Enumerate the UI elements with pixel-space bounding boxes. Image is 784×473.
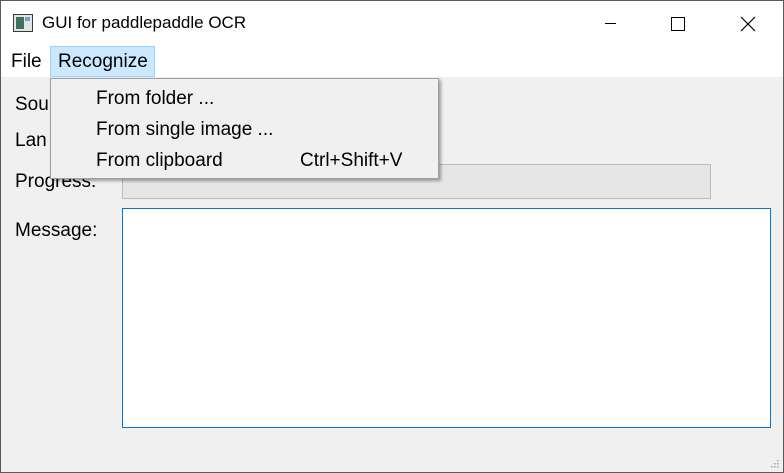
close-button[interactable] [725, 1, 771, 46]
language-label: Lan [15, 130, 47, 151]
menu-item-label: From folder ... [96, 88, 215, 109]
message-label: Message: [15, 220, 98, 241]
main-window: GUI for paddlepaddle OCR File Recognize … [0, 0, 784, 473]
recognize-dropdown-menu: From folder ... From single image ... Fr… [50, 78, 439, 179]
menu-item-label: From clipboard [96, 150, 223, 171]
menu-item-from-folder[interactable]: From folder ... [52, 83, 437, 114]
resize-grip-icon[interactable] [769, 458, 779, 468]
menu-item-shortcut: Ctrl+Shift+V [300, 150, 403, 171]
source-label: Sou [15, 94, 49, 115]
menu-item-from-clipboard[interactable]: From clipboard Ctrl+Shift+V [52, 145, 437, 176]
window-title: GUI for paddlepaddle OCR [42, 13, 247, 32]
title-bar[interactable]: GUI for paddlepaddle OCR [1, 1, 783, 46]
message-textarea[interactable] [122, 208, 771, 428]
maximize-button[interactable] [655, 1, 701, 46]
menu-item-from-single-image[interactable]: From single image ... [52, 114, 437, 145]
menu-recognize[interactable]: Recognize [50, 46, 155, 77]
menu-bar: File Recognize [1, 46, 783, 77]
minimize-icon [604, 23, 616, 24]
close-icon [740, 16, 756, 31]
maximize-icon [671, 16, 685, 31]
menu-item-label: From single image ... [96, 119, 274, 140]
app-window-icon[interactable] [13, 14, 33, 32]
minimize-button[interactable] [587, 1, 633, 46]
menu-file[interactable]: File [3, 46, 50, 77]
